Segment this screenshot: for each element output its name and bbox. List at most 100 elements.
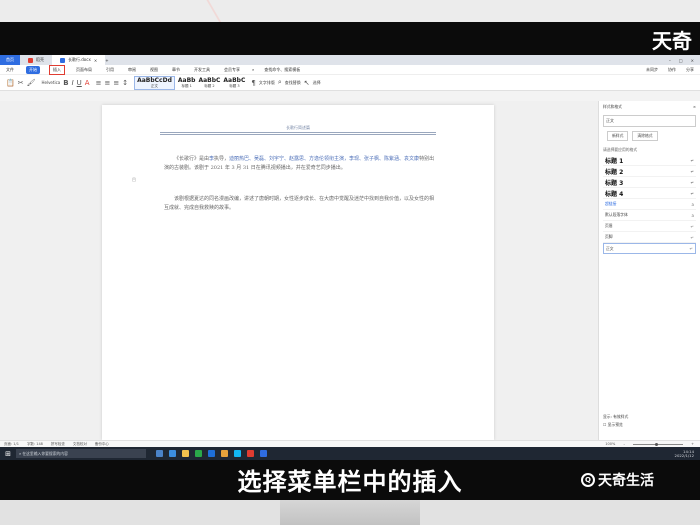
- select-icon[interactable]: ↖: [304, 79, 310, 87]
- menu-insert[interactable]: 插入: [49, 64, 65, 75]
- proofread[interactable]: 文档校对: [73, 442, 87, 447]
- share-button[interactable]: 分享: [686, 67, 700, 73]
- maximize-icon[interactable]: □: [679, 58, 683, 63]
- style-label: 标题 3: [605, 179, 624, 187]
- menu-file[interactable]: 文件: [4, 67, 16, 73]
- menu-developer[interactable]: 开发工具: [192, 67, 212, 73]
- list-item[interactable]: 标题 3 ↵: [603, 177, 696, 188]
- style-normal[interactable]: AaBbCcDd 正文: [134, 75, 175, 90]
- menu-page-layout[interactable]: 页面布局: [74, 67, 94, 73]
- list-item[interactable]: 默认段落字体 a: [603, 210, 696, 221]
- format-painter-icon[interactable]: 🖌: [27, 79, 36, 87]
- bold-icon[interactable]: B: [63, 79, 68, 87]
- style-sample: AaBbCcDd: [137, 76, 172, 84]
- wps-icon[interactable]: [247, 450, 254, 457]
- preview-checkbox[interactable]: ☐ 显示预览: [603, 422, 623, 428]
- find-icon[interactable]: ⌕: [278, 78, 282, 87]
- wechat-icon[interactable]: [195, 450, 202, 457]
- tab-document[interactable]: 长歌行.docx ×: [52, 55, 106, 65]
- cut-icon[interactable]: ✂: [18, 79, 24, 87]
- style-name: 标题 3: [229, 83, 240, 88]
- zoom-out-icon[interactable]: –: [623, 442, 625, 446]
- ribbon: 📋 ✂ 🖌 Helvetica B I U A ≡ ≡ ≡ ↕ AaBbCcDd…: [0, 75, 700, 91]
- font-select[interactable]: Helvetica: [41, 80, 60, 85]
- text-layout-icon[interactable]: ¶: [251, 79, 255, 87]
- style-list: 标题 1 ↵ 标题 2 ↵ 标题 3 ↵ 标题 4 ↵ 超链接 a 默认段落字体 a 页眉 ↵…: [603, 155, 696, 254]
- zoom-in-icon[interactable]: +: [691, 442, 700, 446]
- style-sample: AaBbC: [198, 76, 221, 84]
- menu-review[interactable]: 审阅: [126, 67, 138, 73]
- file-explorer-icon[interactable]: [182, 450, 189, 457]
- paste-icon[interactable]: 📋: [6, 79, 15, 87]
- spell-check[interactable]: 拼写检查: [51, 442, 65, 447]
- qq-icon[interactable]: [234, 450, 241, 457]
- close-icon[interactable]: ×: [94, 58, 97, 63]
- minimize-icon[interactable]: –: [669, 58, 671, 63]
- current-style[interactable]: 正文: [603, 115, 696, 127]
- list-item[interactable]: 标题 4 ↵: [603, 188, 696, 199]
- list-item[interactable]: 超链接 a: [603, 199, 696, 210]
- underline-icon[interactable]: U: [77, 79, 82, 87]
- tab-home[interactable]: 首页: [0, 55, 20, 65]
- check-icon: ↵: [690, 179, 694, 185]
- list-item[interactable]: 页眉 ↵: [603, 221, 696, 232]
- para1-rest: 执导，: [214, 156, 230, 162]
- find-replace-button[interactable]: 查找替换: [285, 80, 301, 86]
- list-item[interactable]: 标题 1 ↵: [603, 155, 696, 166]
- text-layout-button[interactable]: 文字排版: [259, 80, 275, 86]
- style-label: 页眉: [605, 223, 613, 228]
- select-button[interactable]: 选择: [313, 80, 321, 86]
- collaborate-button[interactable]: 协作: [668, 67, 676, 73]
- word-count[interactable]: 字数: 148: [27, 442, 43, 447]
- font-color-icon[interactable]: A: [85, 79, 90, 87]
- style-heading-1[interactable]: AaBb 标题 1: [178, 77, 196, 89]
- align-center-icon[interactable]: ≡: [104, 79, 110, 87]
- command-search[interactable]: 查找命令、搜索模板: [264, 67, 300, 73]
- page-header: 长歌行简述篇: [286, 125, 310, 130]
- clear-format-button[interactable]: 清除格式: [632, 131, 658, 141]
- check-icon: a: [691, 201, 694, 207]
- list-item[interactable]: 页脚 ↵: [603, 232, 696, 243]
- new-style-button[interactable]: 新样式: [607, 131, 629, 141]
- menu-chapter[interactable]: 章节: [170, 67, 182, 73]
- document-page[interactable]: 长歌行简述篇 目 《长歌行》是由李执导，迪丽热巴、吴磊、刘宇宁、赵露思、方逸伦领…: [102, 105, 494, 440]
- app-icon[interactable]: [221, 450, 228, 457]
- list-item[interactable]: 正文 ↵: [603, 243, 696, 254]
- pane-subtitle: 请选择要应用的格式: [603, 147, 638, 152]
- zoom-slider[interactable]: [633, 442, 684, 446]
- taskbar-search[interactable]: ⌕ 在这里输入你要搜索的内容: [16, 449, 146, 458]
- style-name: 正文: [150, 83, 158, 88]
- style-label: 标题 1: [605, 157, 624, 165]
- menu-view[interactable]: 视图: [148, 67, 160, 73]
- style-heading-2[interactable]: AaBbC 标题 2: [198, 77, 220, 89]
- line-spacing-icon[interactable]: ↕: [122, 79, 128, 87]
- add-tab-icon[interactable]: +: [105, 58, 108, 63]
- window-close-icon[interactable]: ×: [691, 58, 694, 63]
- pane-close-icon[interactable]: ×: [693, 104, 696, 110]
- backup-center[interactable]: 备份中心: [95, 442, 109, 447]
- show-styles-select[interactable]: 显示: 有效样式: [603, 414, 628, 420]
- sync-status[interactable]: 未同步: [646, 67, 658, 73]
- zoom-knob[interactable]: [655, 442, 659, 446]
- pane-title: 样式和格式: [603, 104, 622, 109]
- menu-references[interactable]: 引用: [104, 67, 116, 73]
- tab-docer[interactable]: 稻壳: [20, 55, 52, 65]
- store-icon[interactable]: [208, 450, 215, 457]
- list-item[interactable]: 标题 2 ↵: [603, 166, 696, 177]
- taskbar-clock[interactable]: 14:14 2022/1/12: [675, 449, 700, 458]
- italic-icon[interactable]: I: [72, 79, 74, 87]
- style-heading-3[interactable]: AaBbC 标题 3: [223, 77, 245, 89]
- align-right-icon[interactable]: ≡: [113, 79, 119, 87]
- document-workspace: 长歌行简述篇 目 《长歌行》是由李执导，迪丽热巴、吴磊、刘宇宁、赵露思、方逸伦领…: [0, 101, 598, 440]
- zoom-level[interactable]: 100%: [605, 442, 615, 446]
- wps-writer-icon[interactable]: [260, 450, 267, 457]
- align-left-icon[interactable]: ≡: [96, 79, 102, 87]
- menu-start[interactable]: 开始: [26, 65, 40, 74]
- search-icon[interactable]: ⌕: [252, 67, 254, 72]
- windows-start-icon[interactable]: ⊞: [0, 450, 16, 458]
- task-view-icon[interactable]: [156, 450, 163, 457]
- menu-member[interactable]: 会员专享: [222, 67, 242, 73]
- check-icon: ↵: [690, 190, 694, 196]
- edge-icon[interactable]: [169, 450, 176, 457]
- docer-icon: [28, 57, 33, 63]
